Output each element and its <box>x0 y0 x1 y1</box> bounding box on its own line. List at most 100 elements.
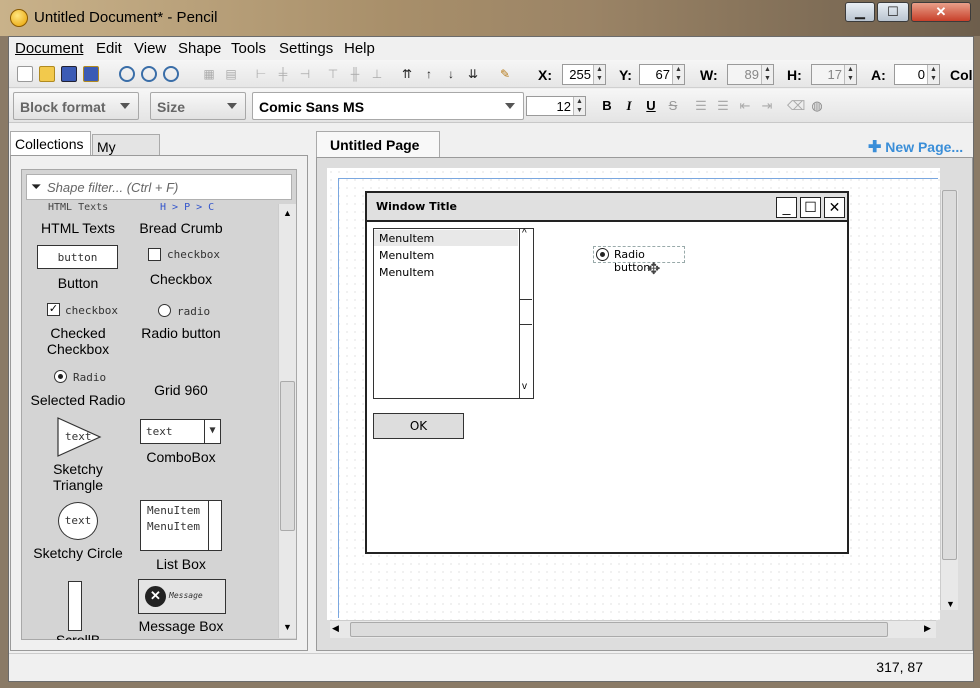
shape-grid-960[interactable]: Grid 960 <box>131 382 231 398</box>
save-icon[interactable] <box>61 66 77 82</box>
bring-forward-icon[interactable]: ↑ <box>421 66 437 82</box>
shape-selected-radio[interactable]: Selected Radio <box>28 392 128 408</box>
open-folder-icon[interactable] <box>39 66 55 82</box>
align-middle-icon[interactable]: ╫ <box>347 66 363 82</box>
zoom-in-icon[interactable] <box>119 66 135 82</box>
shape-button[interactable]: Button <box>28 275 128 291</box>
strikethrough-button[interactable]: S <box>665 98 681 114</box>
h-spinner[interactable]: ▲ ▼ <box>844 65 856 84</box>
close-button[interactable]: ✕ <box>911 2 971 22</box>
y-spinner[interactable]: ▲ ▼ <box>672 65 684 84</box>
h-field[interactable]: 17 ▲ ▼ <box>811 64 857 85</box>
outdent-icon[interactable]: ⇤ <box>737 98 753 114</box>
x-spinner[interactable]: ▲ ▼ <box>593 65 605 84</box>
combobox-preview-arrow-icon: ▼ <box>204 420 220 443</box>
x-field[interactable]: 255 ▲ ▼ <box>562 64 606 85</box>
underline-button[interactable]: U <box>643 98 659 114</box>
w-spinner[interactable]: ▲ ▼ <box>761 65 773 84</box>
align-center-icon[interactable]: ╪ <box>275 66 291 82</box>
new-page-button[interactable]: ✚ New Page... <box>868 137 963 157</box>
numbered-list-icon[interactable]: ☰ <box>715 98 731 114</box>
canvas-scroll-left-arrow[interactable]: ◀ <box>332 623 339 634</box>
bold-button[interactable]: B <box>599 98 615 114</box>
font-family-select[interactable]: Comic Sans MS <box>252 92 524 120</box>
shape-combobox[interactable]: ComboBox <box>131 449 231 465</box>
italic-button[interactable]: I <box>621 98 637 114</box>
canvas-scroll-right-arrow[interactable]: ▶ <box>924 623 931 634</box>
bullet-list-icon[interactable]: ☰ <box>693 98 709 114</box>
format-painter-icon[interactable]: ✎ <box>497 66 513 82</box>
align-top-icon[interactable]: ⊤ <box>325 66 341 82</box>
align-left-icon[interactable]: ⊢ <box>253 66 269 82</box>
h-value: 17 <box>827 67 842 82</box>
tab-untitled-page[interactable]: Untitled Page <box>316 131 440 158</box>
menu-help[interactable]: Help <box>344 40 375 57</box>
save-as-icon[interactable] <box>83 66 99 82</box>
shape-list-box[interactable]: List Box <box>131 556 231 572</box>
tab-my-stuffs[interactable]: My Stuffs <box>92 134 160 171</box>
align-right-icon[interactable]: ⊣ <box>297 66 313 82</box>
align-bottom-icon[interactable]: ⊥ <box>369 66 385 82</box>
menu-tools[interactable]: Tools <box>231 40 266 57</box>
ungroup-icon[interactable]: ▤ <box>223 66 239 82</box>
zoom-out-icon[interactable] <box>163 66 179 82</box>
angle-field[interactable]: 0 ▲ ▼ <box>894 64 940 85</box>
shape-filter-input[interactable]: ⏷ Shape filter... (Ctrl + F) <box>26 174 292 200</box>
new-document-icon[interactable] <box>17 66 33 82</box>
shape-bread-crumb[interactable]: Bread Crumb <box>131 220 231 236</box>
pencil-app-icon <box>10 9 28 27</box>
canvas-vertical-scrollbar[interactable]: ▼ <box>940 190 958 610</box>
y-field[interactable]: 67 ▲ ▼ <box>639 64 685 85</box>
mockup-radio-button[interactable]: Radio button <box>593 246 685 274</box>
canvas-hscroll-thumb[interactable] <box>350 622 888 637</box>
canvas-scroll-down-arrow[interactable]: ▼ <box>946 599 955 609</box>
page-boundary-top <box>338 178 938 179</box>
new-page-label: New Page... <box>885 139 964 155</box>
x-label: X: <box>538 67 552 83</box>
font-size-field[interactable]: 12 ▲ ▼ <box>526 96 586 116</box>
shape-checked-checkbox[interactable]: Checked Checkbox <box>28 325 128 357</box>
fill-color-icon[interactable]: ◍ <box>809 98 825 114</box>
shape-radio-button[interactable]: Radio button <box>131 325 231 341</box>
angle-spinner[interactable]: ▲ ▼ <box>927 65 939 84</box>
block-format-select[interactable]: Block format <box>13 92 139 120</box>
shape-sketchy-circle[interactable]: Sketchy Circle <box>28 545 128 561</box>
canvas-vscroll-thumb[interactable] <box>942 190 957 560</box>
mockup-list-box[interactable]: MenuItem MenuItem MenuItem ^ v <box>373 228 534 399</box>
scroll-thumb[interactable] <box>280 381 295 531</box>
canvas-horizontal-scrollbar[interactable]: ◀ ▶ <box>330 620 936 638</box>
minimize-button[interactable]: ▁ <box>845 2 875 22</box>
maximize-button[interactable]: ☐ <box>877 2 909 22</box>
menu-shape[interactable]: Shape <box>178 40 221 57</box>
shape-checkbox[interactable]: Checkbox <box>131 271 231 287</box>
bring-to-front-icon[interactable]: ⇈ <box>399 66 415 82</box>
y-value: 67 <box>655 67 670 82</box>
font-size-spinner[interactable]: ▲ ▼ <box>573 97 585 115</box>
button-preview: button <box>37 245 118 269</box>
tab-collections[interactable]: Collections <box>10 131 91 156</box>
menu-view[interactable]: View <box>134 40 166 57</box>
menu-document[interactable]: Document <box>15 40 83 57</box>
scroll-up-arrow[interactable]: ▲ <box>283 208 292 218</box>
w-field[interactable]: 89 ▲ ▼ <box>727 64 774 85</box>
mockup-ok-button[interactable]: OK <box>373 413 464 439</box>
window-title: Untitled Document* - Pencil <box>34 9 218 26</box>
send-backward-icon[interactable]: ↓ <box>443 66 459 82</box>
shape-html-texts[interactable]: HTML Texts <box>28 220 128 236</box>
zoom-reset-icon[interactable] <box>141 66 157 82</box>
mockup-list-scrollbar: ^ v <box>519 228 533 398</box>
scroll-down-arrow[interactable]: ▼ <box>283 622 292 632</box>
font-family-value: Comic Sans MS <box>259 99 365 115</box>
shape-sketchy-triangle[interactable]: Sketchy Triangle <box>28 461 128 493</box>
size-select[interactable]: Size <box>150 92 246 120</box>
eraser-icon[interactable]: ⌫ <box>787 98 805 114</box>
format-toolbar: Block format Size Comic Sans MS 12 ▲ ▼ B I… <box>9 89 973 123</box>
indent-icon[interactable]: ⇥ <box>759 98 775 114</box>
shape-list-scrollbar[interactable]: ▲ ▼ <box>278 204 296 638</box>
send-to-back-icon[interactable]: ⇊ <box>465 66 481 82</box>
group-icon[interactable]: ▦ <box>201 66 217 82</box>
shape-message-box[interactable]: Message Box <box>131 618 231 634</box>
menu-settings[interactable]: Settings <box>279 40 333 57</box>
shape-scrollbar[interactable]: ScrollB <box>28 632 128 640</box>
menu-edit[interactable]: Edit <box>96 40 122 57</box>
